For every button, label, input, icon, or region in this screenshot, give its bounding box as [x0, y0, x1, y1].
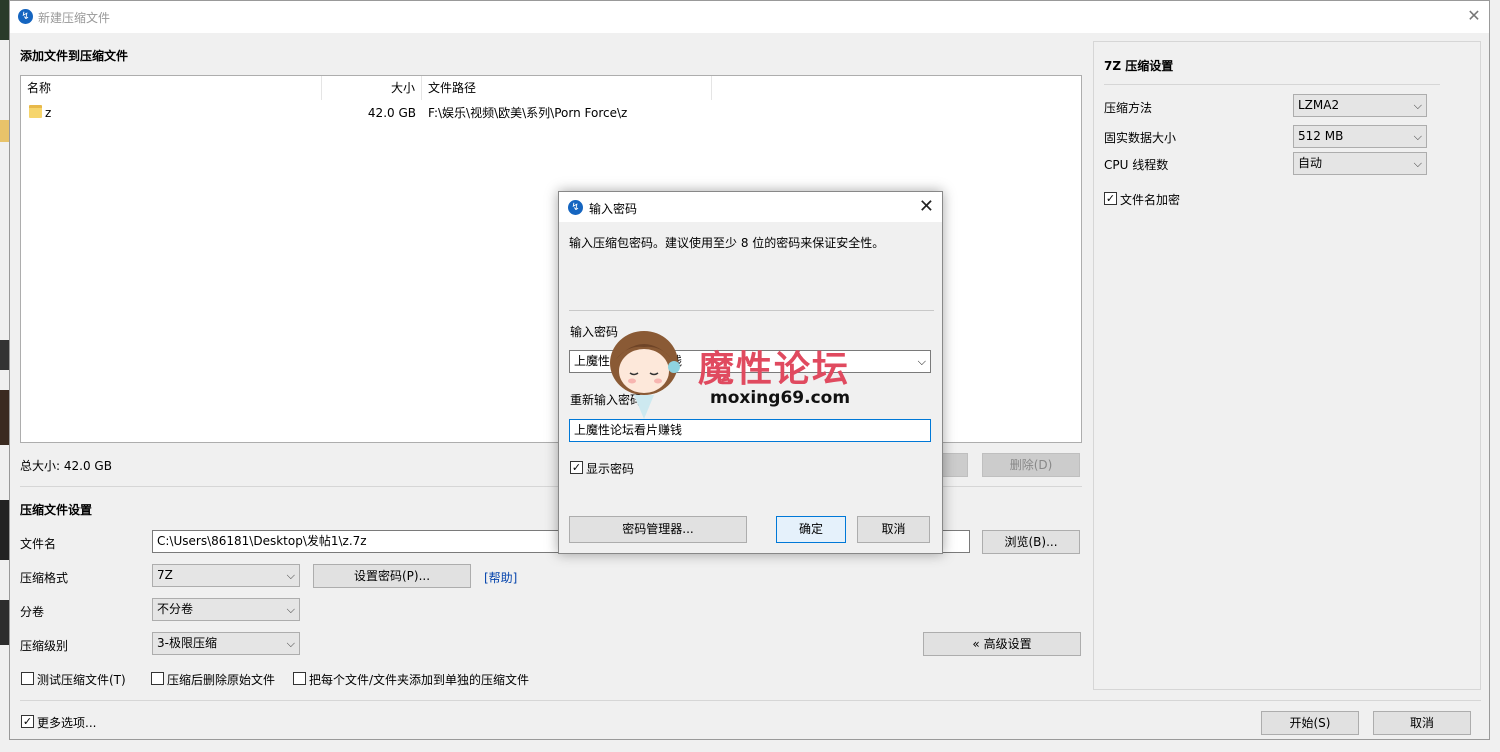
archive-settings-heading: 压缩文件设置 — [20, 503, 93, 517]
close-icon[interactable]: ✕ — [919, 196, 934, 217]
level-select[interactable]: 3-极限压缩 ⌵ — [152, 632, 300, 655]
threads-label: CPU 线程数 — [1104, 158, 1169, 172]
password-instruction: 输入压缩包密码。建议使用至少 8 位的密码来保证安全性。 — [569, 236, 885, 250]
split-label: 分卷 — [20, 605, 45, 619]
password-dialog-titlebar: ↯ 输入密码 ✕ — [559, 192, 942, 222]
footer-divider — [20, 700, 1481, 701]
solid-size-select[interactable]: 512 MB ⌵ — [1293, 125, 1427, 148]
threads-select[interactable]: 自动 ⌵ — [1293, 152, 1427, 175]
chevron-down-icon: ⌵ — [286, 569, 295, 582]
more-options-checkbox[interactable]: ✓ — [21, 715, 34, 728]
title-bar: ↯ 新建压缩文件 ✕ — [10, 1, 1489, 33]
encrypt-names-checkbox[interactable]: ✓ — [1104, 192, 1117, 205]
split-select[interactable]: 不分卷 ⌵ — [152, 598, 300, 621]
background-window-bottom — [9, 740, 1500, 752]
method-select[interactable]: LZMA2 ⌵ — [1293, 94, 1427, 117]
solid-size-value: 512 MB — [1298, 129, 1344, 143]
7z-settings-heading: 7Z 压缩设置 — [1104, 59, 1174, 73]
more-options-label: 更多选项... — [37, 716, 97, 730]
app-icon: ↯ — [568, 200, 583, 215]
test-archive-label: 测试压缩文件(T) — [37, 673, 126, 687]
advanced-settings-button[interactable]: « 高级设置 — [923, 632, 1081, 656]
encrypt-names-label: 文件名加密 — [1120, 193, 1181, 207]
watermark-text: 魔性论坛 — [698, 349, 851, 390]
password-manager-button[interactable]: 密码管理器... — [569, 516, 747, 543]
7z-heading-divider — [1104, 84, 1440, 85]
chevron-down-icon: ⌵ — [1413, 99, 1422, 112]
folder-icon — [29, 105, 42, 118]
7z-settings-panel: 7Z 压缩设置 压缩方法 LZMA2 ⌵ 固实数据大小 512 MB ⌵ CPU… — [1093, 41, 1481, 690]
set-password-button[interactable]: 设置密码(P)... — [313, 564, 471, 588]
split-value: 不分卷 — [157, 602, 194, 616]
help-link[interactable]: [帮助] — [484, 569, 517, 586]
background-window-edge-right — [1490, 0, 1500, 752]
browse-button[interactable]: 浏览(B)... — [982, 530, 1080, 554]
close-icon[interactable]: ✕ — [1465, 7, 1483, 25]
cancel-button[interactable]: 取消 — [1373, 711, 1471, 735]
show-password-checkbox[interactable]: ✓ — [570, 461, 583, 474]
watermark-mascot-image — [610, 331, 680, 419]
password-dialog-title: 输入密码 — [589, 202, 638, 216]
delete-button[interactable]: 删除(D) — [982, 453, 1080, 477]
page-heading: 添加文件到压缩文件 — [20, 49, 129, 63]
total-size: 总大小: 42.0 GB — [20, 459, 112, 473]
watermark-url: moxing69.com — [710, 388, 851, 408]
level-value: 3-极限压缩 — [157, 636, 217, 650]
test-archive-checkbox[interactable] — [21, 672, 34, 685]
delete-source-label: 压缩后删除原始文件 — [167, 673, 276, 687]
add-button-partial — [940, 453, 968, 477]
separate-archives-checkbox[interactable] — [293, 672, 306, 685]
format-label: 压缩格式 — [20, 571, 69, 585]
method-value: LZMA2 — [1298, 98, 1340, 112]
file-row-size[interactable]: 42.0 GB — [322, 102, 416, 124]
separate-archives-label: 把每个文件/文件夹添加到单独的压缩文件 — [309, 673, 530, 687]
format-value: 7Z — [157, 568, 173, 582]
threads-value: 自动 — [1298, 156, 1323, 170]
file-row-path[interactable]: F:\娱乐\视频\欧美\系列\Porn Force\z — [428, 102, 627, 124]
chevron-down-icon: ⌵ — [1413, 157, 1422, 170]
background-window-edge — [0, 0, 9, 752]
ok-button[interactable]: 确定 — [776, 516, 846, 543]
chevron-down-icon: ⌵ — [917, 355, 926, 368]
method-label: 压缩方法 — [1104, 101, 1153, 115]
format-select[interactable]: 7Z ⌵ — [152, 564, 300, 587]
delete-source-checkbox[interactable] — [151, 672, 164, 685]
level-label: 压缩级别 — [20, 639, 69, 653]
window-title: 新建压缩文件 — [38, 11, 111, 25]
chevron-down-icon: ⌵ — [286, 603, 295, 616]
show-password-label: 显示密码 — [586, 462, 635, 476]
filename-label: 文件名 — [20, 537, 57, 551]
chevron-down-icon: ⌵ — [286, 637, 295, 650]
app-icon: ↯ — [18, 9, 33, 24]
start-button[interactable]: 开始(S) — [1261, 711, 1359, 735]
file-row-name[interactable]: z — [45, 102, 51, 124]
solid-size-label: 固实数据大小 — [1104, 131, 1177, 145]
dialog-divider — [569, 310, 934, 311]
column-header-path[interactable]: 文件路径 — [422, 76, 712, 100]
column-header-size[interactable]: 大小 — [322, 76, 422, 100]
dialog-cancel-button[interactable]: 取消 — [857, 516, 930, 543]
column-header-name[interactable]: 名称 — [21, 76, 322, 100]
chevron-down-icon: ⌵ — [1413, 130, 1422, 143]
